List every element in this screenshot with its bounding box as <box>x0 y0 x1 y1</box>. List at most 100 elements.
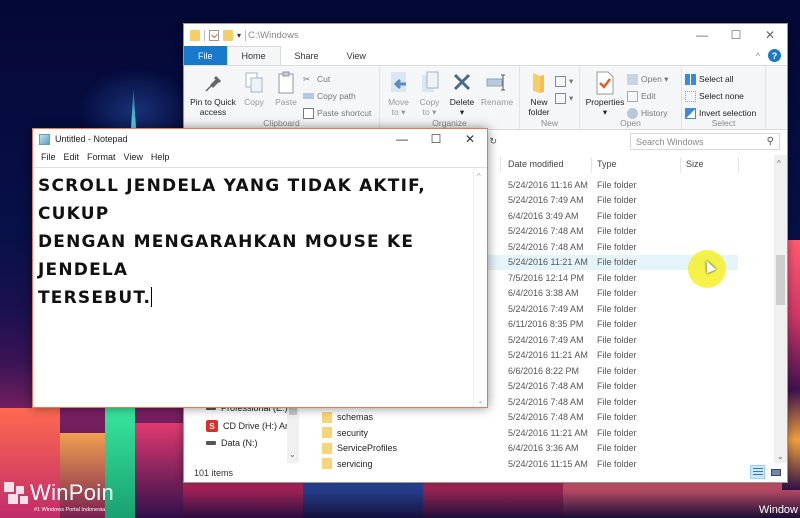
notepad-close-button[interactable]: ✕ <box>453 129 487 149</box>
notepad-titlebar[interactable]: Untitled - Notepad — ☐ ✕ <box>33 129 487 149</box>
nav-item-data-drive[interactable]: Data (N:) <box>206 438 258 448</box>
close-button[interactable]: ✕ <box>753 24 787 46</box>
date-modified: 5/24/2016 7:48 AM <box>508 412 584 423</box>
properties-label: Properties <box>585 97 625 107</box>
explorer-titlebar[interactable]: ▾ C:\Windows — ☐ ✕ <box>184 24 787 46</box>
paste-icon <box>275 71 297 95</box>
tab-file[interactable]: File <box>184 46 227 65</box>
delete-x-icon <box>451 71 473 95</box>
table-row[interactable]: schemas 5/24/2016 7:48 AM File folder <box>308 410 738 426</box>
minimize-button[interactable]: — <box>685 24 719 46</box>
column-separator[interactable] <box>738 157 739 173</box>
collapse-ribbon-icon[interactable]: ^ <box>756 51 760 61</box>
file-name-text: security <box>337 427 369 438</box>
select-group-label: Select <box>711 118 736 128</box>
copy-path-button[interactable]: Copy path <box>303 88 371 104</box>
menu-file[interactable]: File <box>37 152 60 162</box>
separator <box>245 29 247 41</box>
notepad-title: Untitled - Notepad <box>55 134 128 144</box>
copy-to-icon <box>419 71 441 95</box>
notepad-menubar: File Edit Format View Help <box>33 149 487 165</box>
new-folder-label-2: folder <box>528 107 550 117</box>
move-to-label: Move <box>388 97 409 107</box>
notepad-icon <box>39 133 50 145</box>
select-all-button[interactable]: Select all <box>685 71 756 87</box>
customize-toolbar-caret-icon[interactable]: ▾ <box>237 31 241 40</box>
rename-label: Rename <box>480 97 514 107</box>
folder-icon <box>322 427 332 439</box>
date-modified: 6/6/2016 8:22 PM <box>508 365 580 376</box>
file-type: File folder <box>597 257 637 268</box>
select-none-label: Select none <box>699 91 744 101</box>
column-header-date-modified[interactable]: Date modified <box>508 159 564 169</box>
file-type: File folder <box>597 226 637 237</box>
notepad-minimize-button[interactable]: — <box>385 129 419 149</box>
file-type: File folder <box>597 427 637 438</box>
tab-home[interactable]: Home <box>226 46 281 65</box>
file-type: File folder <box>597 288 637 299</box>
select-none-button[interactable]: Select none <box>685 88 756 104</box>
help-icon[interactable]: ? <box>768 49 781 62</box>
new-item-button[interactable]: ▾ <box>555 73 573 89</box>
notepad-text-area[interactable]: Scroll jendela yang tidak aktif, cukup d… <box>33 167 487 407</box>
menu-help[interactable]: Help <box>147 152 174 162</box>
easy-access-button[interactable]: ▾ <box>555 90 573 106</box>
table-row[interactable]: security 5/24/2016 11:21 AM File folder <box>308 425 738 441</box>
edit-button[interactable]: Edit <box>627 88 668 104</box>
folder-icon[interactable] <box>190 29 200 41</box>
refresh-icon[interactable]: ↻ <box>490 136 498 147</box>
new-folder-icon <box>528 71 550 95</box>
column-separator[interactable] <box>500 157 501 173</box>
drive-icon <box>206 441 216 445</box>
date-modified: 5/24/2016 11:21 AM <box>508 350 588 361</box>
search-icon[interactable]: ⚲ <box>767 136 774 147</box>
scroll-down-icon[interactable]: ⌄ <box>289 450 296 459</box>
tab-view[interactable]: View <box>333 46 380 65</box>
edit-icon <box>627 90 638 102</box>
scroll-up-icon[interactable]: ^ <box>477 172 481 181</box>
new-item-icon <box>555 75 566 87</box>
file-type: File folder <box>597 319 637 330</box>
properties-check-icon <box>594 71 616 95</box>
column-separator[interactable] <box>680 157 681 173</box>
search-input[interactable]: Search Windows ⚲ <box>630 133 780 150</box>
notepad-scrollbar[interactable]: ^ ⌄ <box>473 168 487 407</box>
maximize-button[interactable]: ☐ <box>719 24 753 46</box>
details-view-button[interactable] <box>750 465 765 479</box>
cut-button[interactable]: ✂ Cut <box>303 71 371 87</box>
file-type: File folder <box>597 443 637 454</box>
item-count: 101 items <box>194 467 234 478</box>
file-list-scroll-thumb[interactable] <box>776 255 785 305</box>
history-icon <box>627 107 638 119</box>
table-row[interactable]: ServiceProfiles 6/4/2016 3:36 AM File fold… <box>308 441 738 457</box>
properties-icon[interactable] <box>209 29 219 41</box>
column-header-size[interactable]: Size <box>686 159 704 169</box>
text-caret <box>151 287 153 307</box>
column-header-type[interactable]: Type <box>597 159 617 169</box>
notepad-maximize-button[interactable]: ☐ <box>419 129 453 149</box>
open-button[interactable]: Open ▾ <box>627 71 668 87</box>
scroll-down-icon[interactable]: ⌄ <box>477 396 484 405</box>
cut-label: Cut <box>317 74 331 84</box>
menu-view[interactable]: View <box>120 152 147 162</box>
menu-format[interactable]: Format <box>83 152 120 162</box>
separator <box>204 29 205 41</box>
details-view-icon <box>752 468 763 476</box>
invert-selection-label: Invert selection <box>699 108 757 118</box>
history-label: History <box>641 108 668 118</box>
nav-item-cd-drive[interactable]: S CD Drive (H:) An <box>206 420 290 432</box>
notepad-window: Untitled - Notepad — ☐ ✕ File Edit Forma… <box>32 128 488 408</box>
file-list-scrollbar[interactable]: ^ ⌄ <box>774 155 787 463</box>
date-modified: 5/24/2016 7:48 AM <box>508 241 584 252</box>
column-separator[interactable] <box>591 157 592 173</box>
copy-to-label: Copy <box>419 97 440 107</box>
scroll-up-icon[interactable]: ^ <box>777 159 781 168</box>
quick-access-toolbar: ▾ <box>190 29 247 41</box>
large-icons-view-button[interactable] <box>768 465 783 479</box>
date-modified: 5/24/2016 7:49 AM <box>508 334 584 345</box>
tab-share[interactable]: Share <box>281 46 333 65</box>
new-folder-icon[interactable] <box>223 29 233 41</box>
open-label: Open ▾ <box>641 73 669 84</box>
scroll-down-icon[interactable]: ⌄ <box>777 452 784 461</box>
menu-edit[interactable]: Edit <box>60 152 84 162</box>
